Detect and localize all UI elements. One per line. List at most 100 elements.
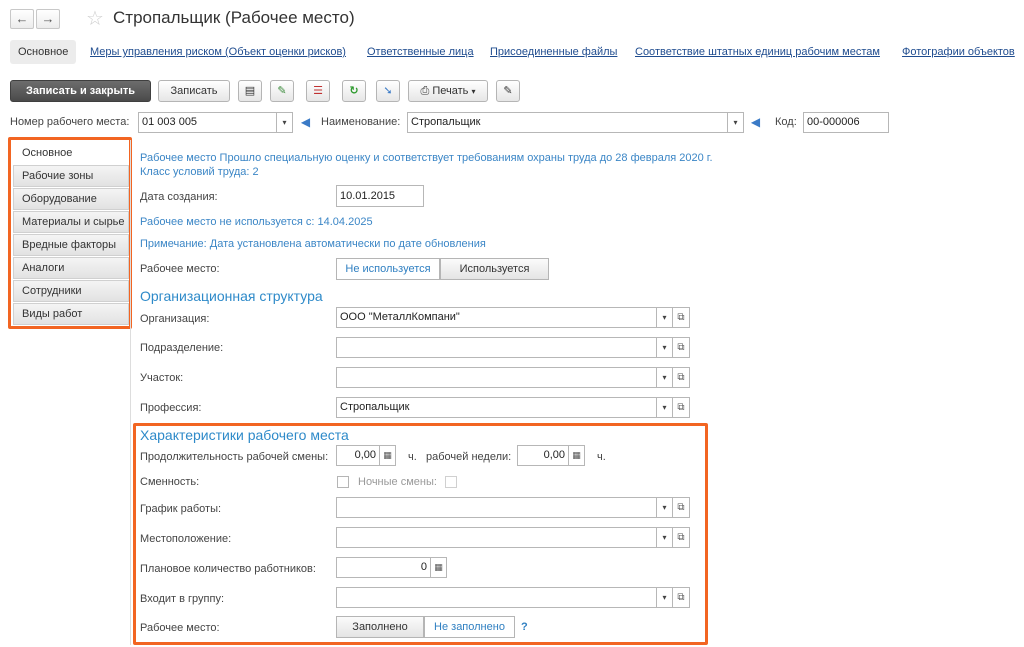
remark: Примечание: Дата установлена автоматичес…	[140, 238, 486, 250]
related-docs-button[interactable]: ☰	[306, 80, 330, 102]
edit-button[interactable]: ✎	[270, 80, 294, 102]
attach-button[interactable]: ✎	[496, 80, 520, 102]
number-field[interactable]: 01 003 005	[138, 112, 277, 133]
planned-workers-field[interactable]: 0	[336, 557, 431, 578]
chevron-down-icon: ▾	[662, 503, 667, 512]
tab-attached-files[interactable]: Присоединенные файлы	[490, 46, 617, 58]
schedule-dropdown-button[interactable]: ▾	[657, 497, 673, 518]
subdivision-open-button[interactable]: ⧉	[673, 337, 690, 358]
site-field[interactable]	[336, 367, 657, 388]
shift-calculator-button[interactable]: ▦	[380, 445, 396, 466]
favorite-star-icon[interactable]: ☆	[86, 6, 104, 31]
sidebar-item-equipment[interactable]: Оборудование	[13, 188, 129, 210]
shifts-checkbox[interactable]	[337, 476, 349, 488]
chevron-down-icon: ▾	[733, 118, 738, 127]
shift-duration-field[interactable]: 0,00	[336, 445, 380, 466]
sidebar-item-main[interactable]: Основное	[13, 142, 129, 164]
paperclip-icon: ✎	[503, 85, 513, 97]
name-select-button[interactable]: ◀	[747, 112, 764, 133]
group-label: Входит в группу:	[140, 593, 224, 605]
subdivision-label: Подразделение:	[140, 342, 224, 354]
schedule-field[interactable]	[336, 497, 657, 518]
chevron-down-icon: ▾	[662, 533, 667, 542]
filled-toggle[interactable]: Заполнено	[336, 616, 424, 638]
week-hours-unit: ч.	[597, 451, 606, 463]
assessment-info: Рабочее место Прошло специальную оценку …	[140, 152, 713, 164]
subdivision-field[interactable]	[336, 337, 657, 358]
back-button[interactable]: ←	[10, 9, 34, 29]
week-duration-field[interactable]: 0,00	[517, 445, 569, 466]
site-open-button[interactable]: ⧉	[673, 367, 690, 388]
location-open-button[interactable]: ⧉	[673, 527, 690, 548]
number-label: Номер рабочего места:	[10, 116, 130, 128]
tab-responsible-persons[interactable]: Ответственные лица	[367, 46, 474, 58]
shift-hours-unit: ч.	[408, 451, 417, 463]
sidebar-item-harmful-factors[interactable]: Вредные факторы	[13, 234, 129, 256]
used-toggle[interactable]: Используется	[440, 258, 549, 280]
page-title: Стропальщик (Рабочее место)	[113, 8, 355, 27]
sidebar-item-analogs[interactable]: Аналоги	[13, 257, 129, 279]
org-structure-heading: Организационная структура	[140, 288, 323, 304]
group-dropdown-button[interactable]: ▾	[657, 587, 673, 608]
week-calculator-button[interactable]: ▦	[569, 445, 585, 466]
tab-risk-measures[interactable]: Меры управления риском (Объект оценки ри…	[90, 46, 346, 58]
subdivision-dropdown-button[interactable]: ▾	[657, 337, 673, 358]
schedule-open-button[interactable]: ⧉	[673, 497, 690, 518]
shift-duration-label: Продолжительность рабочей смены:	[140, 451, 329, 463]
printer-icon: ⎙	[420, 85, 430, 97]
workplace-usage-label: Рабочее место:	[140, 263, 220, 275]
organization-open-button[interactable]: ⧉	[673, 307, 690, 328]
sidebar-item-work-types[interactable]: Виды работ	[13, 303, 129, 325]
open-icon: ⧉	[677, 532, 685, 543]
organization-field[interactable]: ООО "МеталлКомпани"	[336, 307, 657, 328]
report-button[interactable]: ▤	[238, 80, 262, 102]
not-filled-toggle[interactable]: Не заполнено	[424, 616, 515, 638]
site-dropdown-button[interactable]: ▾	[657, 367, 673, 388]
save-and-close-button[interactable]: Записать и закрыть	[10, 80, 151, 102]
export-button[interactable]: ➘	[376, 80, 400, 102]
group-field[interactable]	[336, 587, 657, 608]
arrow-left-icon: ◀	[300, 115, 311, 129]
profession-dropdown-button[interactable]: ▾	[657, 397, 673, 418]
location-field[interactable]	[336, 527, 657, 548]
calculator-icon: ▦	[572, 450, 581, 460]
organization-dropdown-button[interactable]: ▾	[657, 307, 673, 328]
name-field[interactable]: Стропальщик	[407, 112, 728, 133]
help-icon[interactable]: ?	[521, 621, 528, 633]
sidebar-item-materials[interactable]: Материалы и сырье	[13, 211, 129, 233]
name-dropdown-button[interactable]: ▾	[728, 112, 744, 133]
location-dropdown-button[interactable]: ▾	[657, 527, 673, 548]
sidebar-item-work-zones[interactable]: Рабочие зоны	[13, 165, 129, 187]
created-label: Дата создания:	[140, 191, 218, 203]
name-label: Наименование:	[321, 116, 401, 128]
schedule-label: График работы:	[140, 503, 222, 515]
save-button[interactable]: Записать	[158, 80, 230, 102]
open-icon: ⧉	[677, 342, 685, 353]
group-open-button[interactable]: ⧉	[673, 587, 690, 608]
characteristics-heading: Характеристики рабочего места	[140, 427, 349, 443]
structure-icon: ☰	[313, 85, 323, 97]
pencil-icon: ✎	[277, 85, 287, 97]
forward-button[interactable]: →	[36, 9, 60, 29]
conditions-class: Класс условий труда: 2	[140, 166, 259, 178]
refresh-button[interactable]: ↻	[342, 80, 366, 102]
code-field[interactable]: 00-000006	[803, 112, 889, 133]
number-dropdown-button[interactable]: ▾	[277, 112, 293, 133]
tab-main[interactable]: Основное	[10, 40, 77, 64]
created-date-field[interactable]: 10.01.2015	[336, 185, 424, 207]
profession-field[interactable]: Стропальщик	[336, 397, 657, 418]
sidebar-item-employees[interactable]: Сотрудники	[13, 280, 129, 302]
planned-calculator-button[interactable]: ▦	[431, 557, 447, 578]
number-select-button[interactable]: ◀	[297, 112, 314, 133]
open-icon: ⧉	[677, 312, 685, 323]
chevron-down-icon: ▾	[662, 373, 667, 382]
night-shifts-checkbox[interactable]	[445, 476, 457, 488]
tab-staff-units[interactable]: Соответствие штатных единиц рабочим мест…	[635, 46, 880, 58]
print-button[interactable]: ⎙ Печать ▾	[408, 80, 488, 102]
profession-open-button[interactable]: ⧉	[673, 397, 690, 418]
chevron-down-icon: ▾	[662, 343, 667, 352]
calculator-icon: ▦	[383, 450, 392, 460]
tab-object-photos[interactable]: Фотографии объектов	[902, 46, 1015, 58]
unused-toggle[interactable]: Не используется	[336, 258, 440, 280]
refresh-icon: ↻	[349, 85, 359, 97]
